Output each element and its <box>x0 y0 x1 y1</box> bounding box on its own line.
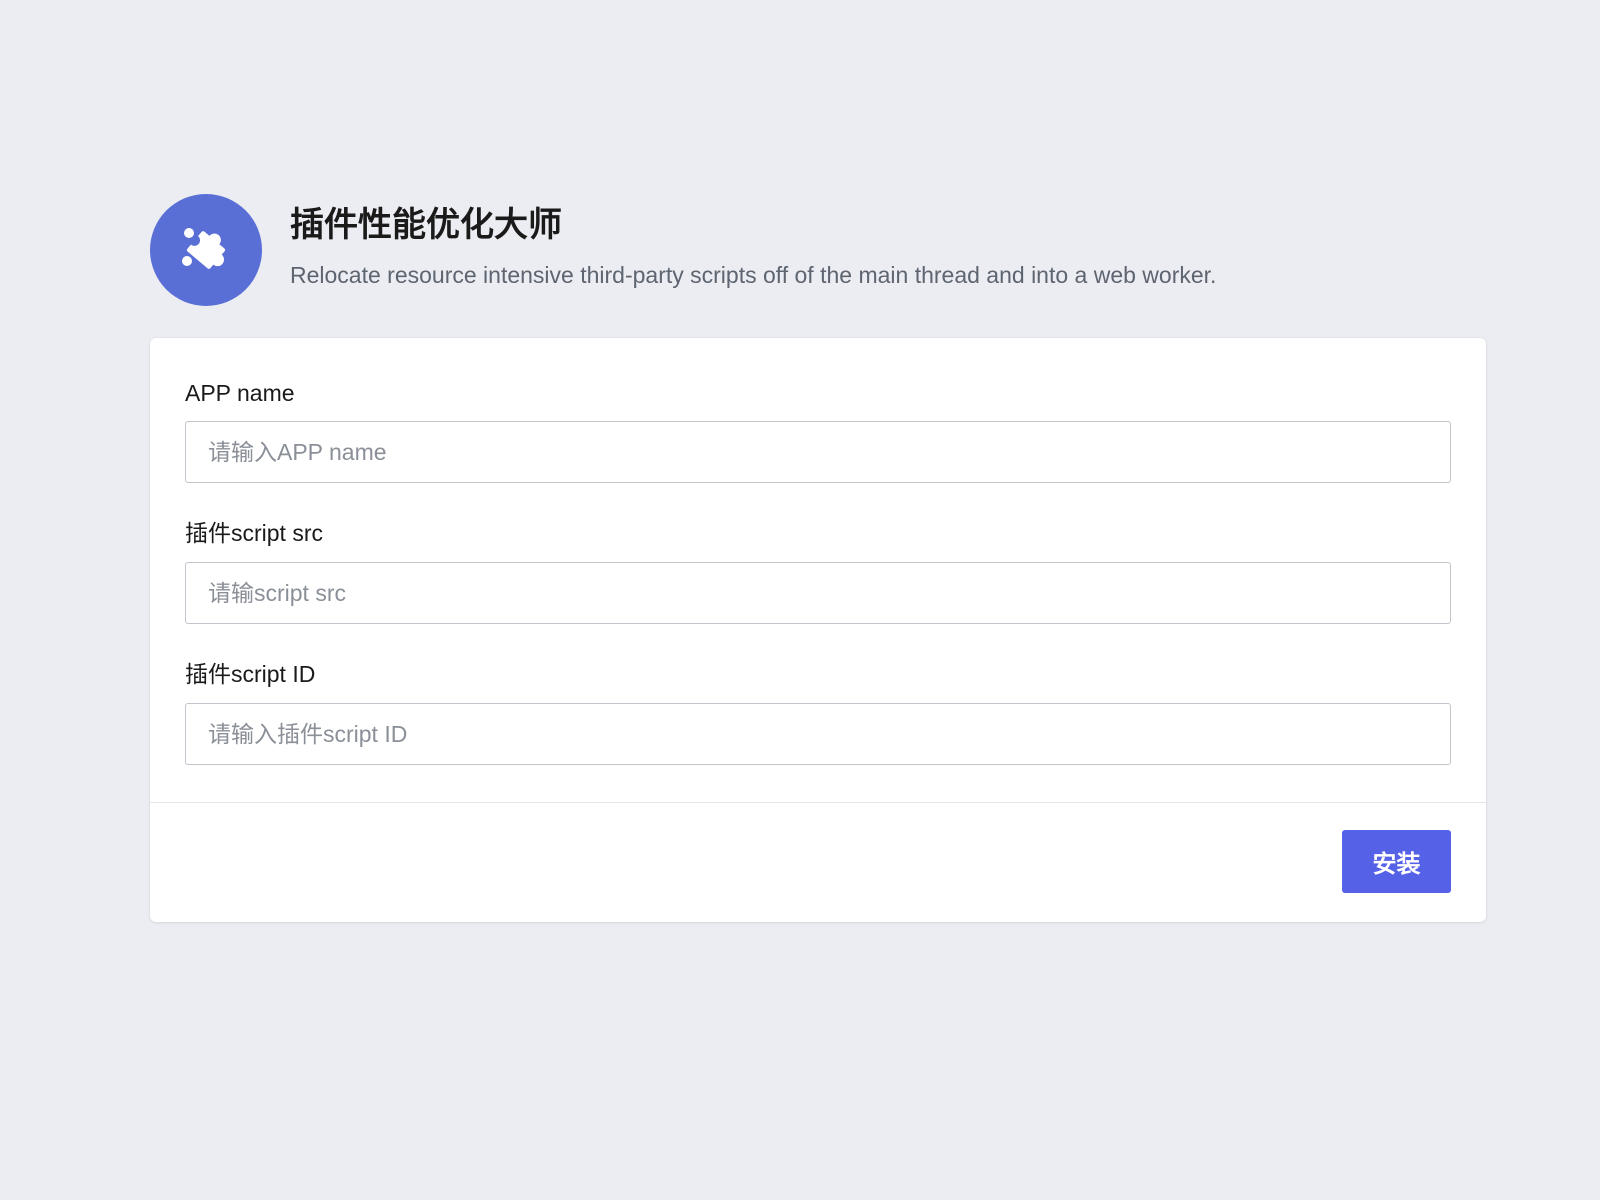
page-subtitle: Relocate resource intensive third-party … <box>290 262 1217 288</box>
app-name-label: APP name <box>185 380 295 406</box>
install-form-card: APP name 插件script src 插件script ID 安装 <box>150 338 1486 922</box>
script-src-label: 插件script src <box>185 520 323 546</box>
app-logo <box>150 194 262 306</box>
page-title: 插件性能优化大师 <box>290 206 562 244</box>
install-button[interactable]: 安装 <box>1342 830 1451 893</box>
footer-divider <box>150 802 1486 803</box>
script-src-input[interactable] <box>185 562 1451 624</box>
app-header: 插件性能优化大师 Relocate resource intensive thi… <box>150 194 1216 306</box>
puzzle-piece-icon <box>182 228 226 269</box>
app-name-input[interactable] <box>185 421 1451 483</box>
header-text: 插件性能优化大师 Relocate resource intensive thi… <box>290 206 1217 290</box>
script-id-input[interactable] <box>185 703 1451 765</box>
script-id-label: 插件script ID <box>185 661 316 687</box>
